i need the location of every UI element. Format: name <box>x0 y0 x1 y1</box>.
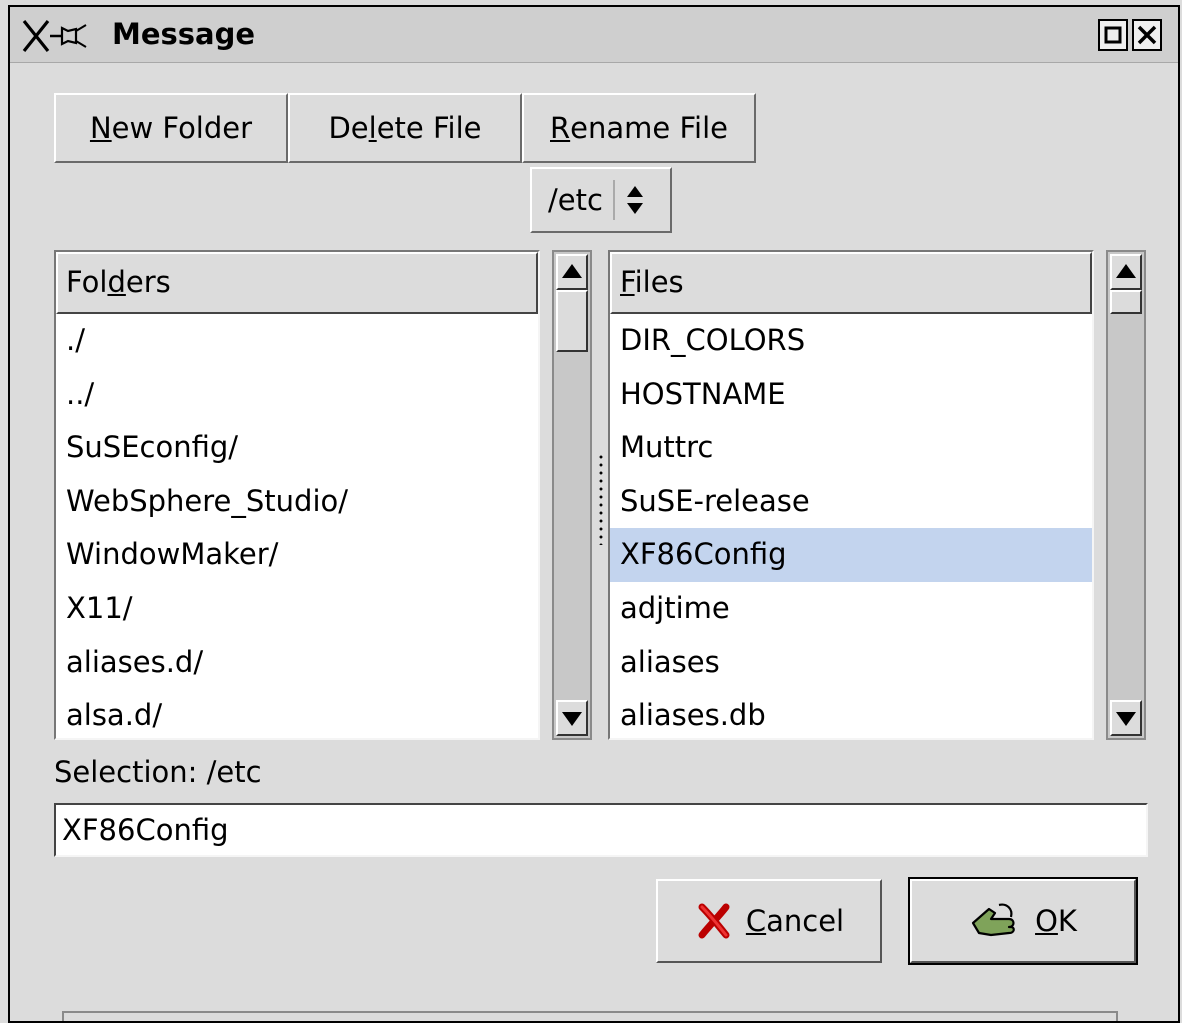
folders-scroll-thumb[interactable] <box>556 290 588 352</box>
folders-scrollbar[interactable] <box>552 250 592 740</box>
folder-row[interactable]: aliases.d/ <box>56 636 538 690</box>
arrow-up-icon <box>1116 264 1136 278</box>
folders-items: ./../SuSEconfig/WebSphere_Studio/WindowM… <box>56 314 538 738</box>
cancel-button[interactable]: Cancel <box>656 879 882 963</box>
ok-hand-icon <box>971 903 1015 937</box>
files-scrollbar[interactable] <box>1106 250 1146 740</box>
file-row[interactable]: SuSE-release <box>610 475 1092 529</box>
file-row[interactable]: XF86Config <box>610 528 1092 582</box>
maximize-icon <box>1104 26 1122 44</box>
folder-row[interactable]: ../ <box>56 368 538 422</box>
folders-list[interactable]: Folders ./../SuSEconfig/WebSphere_Studio… <box>54 250 540 740</box>
path-separator <box>612 180 615 220</box>
arrow-down-icon <box>1116 712 1136 726</box>
cancel-x-icon <box>698 903 730 939</box>
selection-input[interactable] <box>54 803 1148 857</box>
selection-label: Selection: /etc <box>54 755 262 789</box>
close-icon <box>1137 25 1157 45</box>
folder-row[interactable]: X11/ <box>56 582 538 636</box>
file-row[interactable]: aliases <box>610 636 1092 690</box>
rename-file-button[interactable]: Rename File <box>522 93 756 163</box>
arrow-down-icon <box>562 712 582 726</box>
delete-file-button[interactable]: De l ete File <box>288 93 522 163</box>
files-items: DIR_COLORS HOSTNAME Muttrc SuSE-release XF86… <box>610 314 1092 738</box>
file-row[interactable]: aliases.db <box>610 689 1092 738</box>
file-row[interactable]: adjtime <box>610 582 1092 636</box>
title-bar[interactable]: Message <box>10 7 1178 63</box>
files-scroll-thumb[interactable] <box>1110 290 1142 314</box>
bottom-frame-edge <box>62 1011 1118 1021</box>
file-row[interactable]: HOSTNAME <box>610 368 1092 422</box>
file-row[interactable]: DIR_COLORS <box>610 314 1092 368</box>
files-scroll-up-button[interactable] <box>1110 254 1142 290</box>
folder-row[interactable]: alsa.d/ <box>56 689 538 738</box>
path-value: /etc <box>548 183 603 217</box>
folders-column-header[interactable]: Folders <box>56 252 538 314</box>
folder-row[interactable]: ./ <box>56 314 538 368</box>
files-list[interactable]: Files DIR_COLORS HOSTNAME Muttrc SuSE-relea… <box>608 250 1094 740</box>
pane-resize-handle[interactable] <box>598 453 604 545</box>
folder-row[interactable]: WebSphere_Studio/ <box>56 475 538 529</box>
folders-scroll-up-button[interactable] <box>556 254 588 290</box>
folders-scroll-down-button[interactable] <box>556 700 588 736</box>
window-menu-icon[interactable] <box>22 19 106 53</box>
updown-arrows-icon <box>626 186 643 214</box>
close-window-button[interactable] <box>1132 19 1162 51</box>
files-column-header[interactable]: Files <box>610 252 1092 314</box>
path-option-menu[interactable]: /etc <box>530 167 672 233</box>
files-scroll-down-button[interactable] <box>1110 700 1142 736</box>
arrow-up-icon <box>562 264 582 278</box>
maximize-button[interactable] <box>1098 19 1128 51</box>
window-title: Message <box>112 17 256 51</box>
new-folder-button[interactable]: New Folder <box>54 93 288 163</box>
file-selection-dialog: Message New Folder De l ete File Rename Fi… <box>8 5 1180 1023</box>
file-row[interactable]: Muttrc <box>610 421 1092 475</box>
ok-button[interactable]: OK <box>908 877 1138 965</box>
folder-row[interactable]: WindowMaker/ <box>56 528 538 582</box>
folder-row[interactable]: SuSEconfig/ <box>56 421 538 475</box>
